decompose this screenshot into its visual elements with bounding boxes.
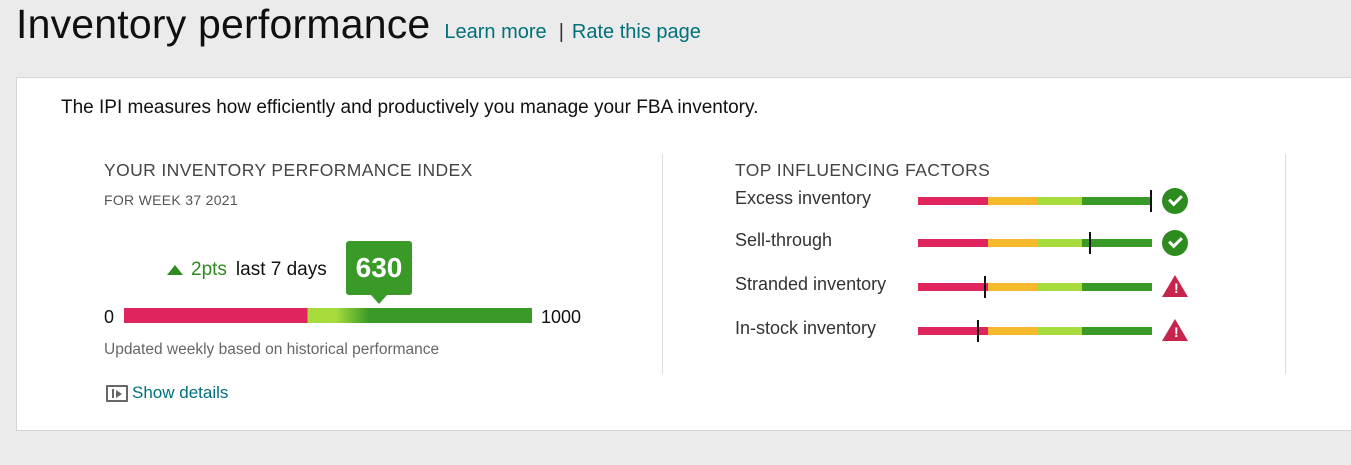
factor-row-sell-through: Sell-through <box>735 228 1215 258</box>
ipi-section-title: YOUR INVENTORY PERFORMANCE INDEX <box>104 160 473 180</box>
check-circle-icon <box>1162 188 1188 214</box>
trend-up-icon <box>167 265 183 275</box>
warning-exclamation: ! <box>1174 324 1179 340</box>
ipi-updated-note: Updated weekly based on historical perfo… <box>104 341 440 358</box>
page-header: Inventory performance Learn more | Rate … <box>16 0 701 60</box>
show-details-label[interactable]: Show details <box>132 383 228 403</box>
ipi-scale-min: 0 <box>104 307 115 327</box>
header-separator: | <box>558 21 564 43</box>
factor-label: Stranded inventory <box>735 274 887 294</box>
factor-label: Sell-through <box>735 230 833 250</box>
rate-this-page-link[interactable]: Rate this page <box>572 21 701 44</box>
factor-marker <box>976 320 979 342</box>
ipi-change-points: 2pts <box>191 259 227 280</box>
factor-bar <box>918 190 1152 212</box>
ipi-description: The IPI measures how efficiently and pro… <box>61 97 759 118</box>
factor-row-stranded-inventory: Stranded inventory ! <box>735 272 1215 302</box>
ipi-section: YOUR INVENTORY PERFORMANCE INDEX FOR WEE… <box>104 160 473 208</box>
column-divider <box>662 154 663 374</box>
ipi-score-bubble: 630 <box>346 241 412 304</box>
factor-label: Excess inventory <box>735 188 872 208</box>
factor-row-excess-inventory: Excess inventory <box>735 186 1215 216</box>
ipi-scale-max: 1000 <box>541 307 582 327</box>
factor-bar <box>918 320 1152 342</box>
factor-row-in-stock-inventory: In-stock inventory ! <box>735 316 1215 346</box>
page-title: Inventory performance <box>16 1 431 47</box>
ipi-card: The IPI measures how efficiently and pro… <box>16 77 1351 431</box>
factor-marker <box>1088 232 1091 254</box>
ipi-week-label: FOR WEEK 37 2021 <box>104 192 238 208</box>
factor-marker <box>1149 190 1152 212</box>
factors-section-title: TOP INFLUENCING FACTORS <box>735 160 991 180</box>
right-divider <box>1285 154 1286 374</box>
warning-exclamation: ! <box>1174 280 1179 296</box>
factor-marker <box>983 276 986 298</box>
factor-bar <box>918 276 1152 298</box>
factor-label: In-stock inventory <box>735 318 877 338</box>
factors-section: TOP INFLUENCING FACTORS <box>735 160 990 181</box>
ipi-change-period: last 7 days <box>235 259 327 280</box>
ipi-change: 2pts last 7 days <box>167 259 327 281</box>
factor-bar <box>918 232 1152 254</box>
learn-more-link[interactable]: Learn more <box>444 21 546 44</box>
ipi-scale-bar <box>124 308 532 323</box>
expand-panel-icon[interactable] <box>106 384 128 402</box>
check-circle-icon <box>1162 230 1188 256</box>
ipi-score: 630 <box>355 252 403 283</box>
show-details-button[interactable]: Show details <box>106 383 228 403</box>
